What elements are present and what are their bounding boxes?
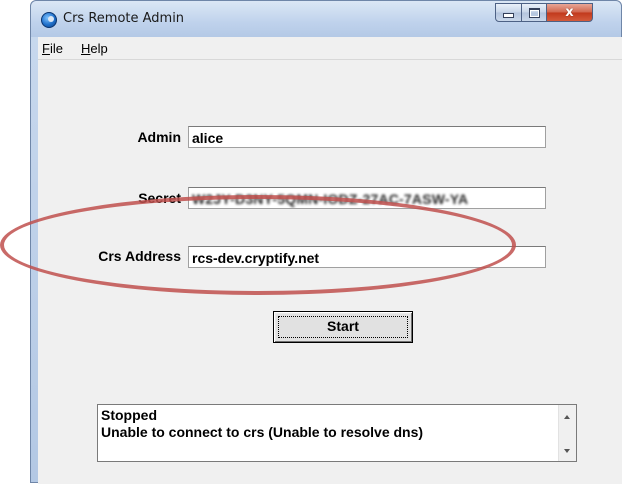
- close-button[interactable]: x: [546, 3, 593, 22]
- status-scrollbar[interactable]: [558, 405, 576, 461]
- admin-input[interactable]: alice: [188, 126, 546, 148]
- window-title: Crs Remote Admin: [63, 11, 185, 26]
- maximize-icon: [528, 7, 540, 18]
- close-icon: x: [565, 5, 574, 20]
- app-icon: [41, 12, 57, 28]
- crs-address-label: Crs Address: [98, 248, 181, 264]
- crs-address-value: rcs-dev.cryptify.net: [192, 250, 320, 266]
- focus-rect: [278, 316, 408, 338]
- title-bar[interactable]: Crs Remote Admin x: [31, 1, 621, 37]
- client-area: File Help Admin alice Secret W2JY-D3NY-5…: [38, 37, 622, 484]
- scroll-down-icon[interactable]: [564, 449, 570, 453]
- minimize-icon: [503, 13, 514, 18]
- menu-bar: File Help: [38, 37, 622, 60]
- admin-label: Admin: [137, 129, 181, 145]
- secret-label: Secret: [138, 190, 181, 206]
- menu-help[interactable]: Help: [81, 41, 108, 56]
- app-window: Crs Remote Admin x File Help Admin alice…: [30, 0, 622, 484]
- secret-input[interactable]: W2JY-D3NY-5QMN-IODZ-27AC-7ASW-YA: [188, 187, 546, 209]
- status-log[interactable]: Stopped Unable to connect to crs (Unable…: [97, 404, 577, 462]
- secret-input-value: W2JY-D3NY-5QMN-IODZ-27AC-7ASW-YA: [192, 191, 469, 207]
- scroll-up-icon[interactable]: [564, 415, 570, 419]
- minimize-button[interactable]: [495, 3, 522, 22]
- status-line-2: Unable to connect to crs (Unable to reso…: [101, 424, 424, 440]
- status-line-1: Stopped: [101, 407, 157, 423]
- menu-file[interactable]: File: [42, 41, 63, 56]
- admin-input-value: alice: [192, 130, 224, 146]
- start-button[interactable]: Start: [273, 311, 413, 343]
- maximize-button[interactable]: [521, 3, 547, 22]
- crs-address-input[interactable]: rcs-dev.cryptify.net: [188, 246, 546, 268]
